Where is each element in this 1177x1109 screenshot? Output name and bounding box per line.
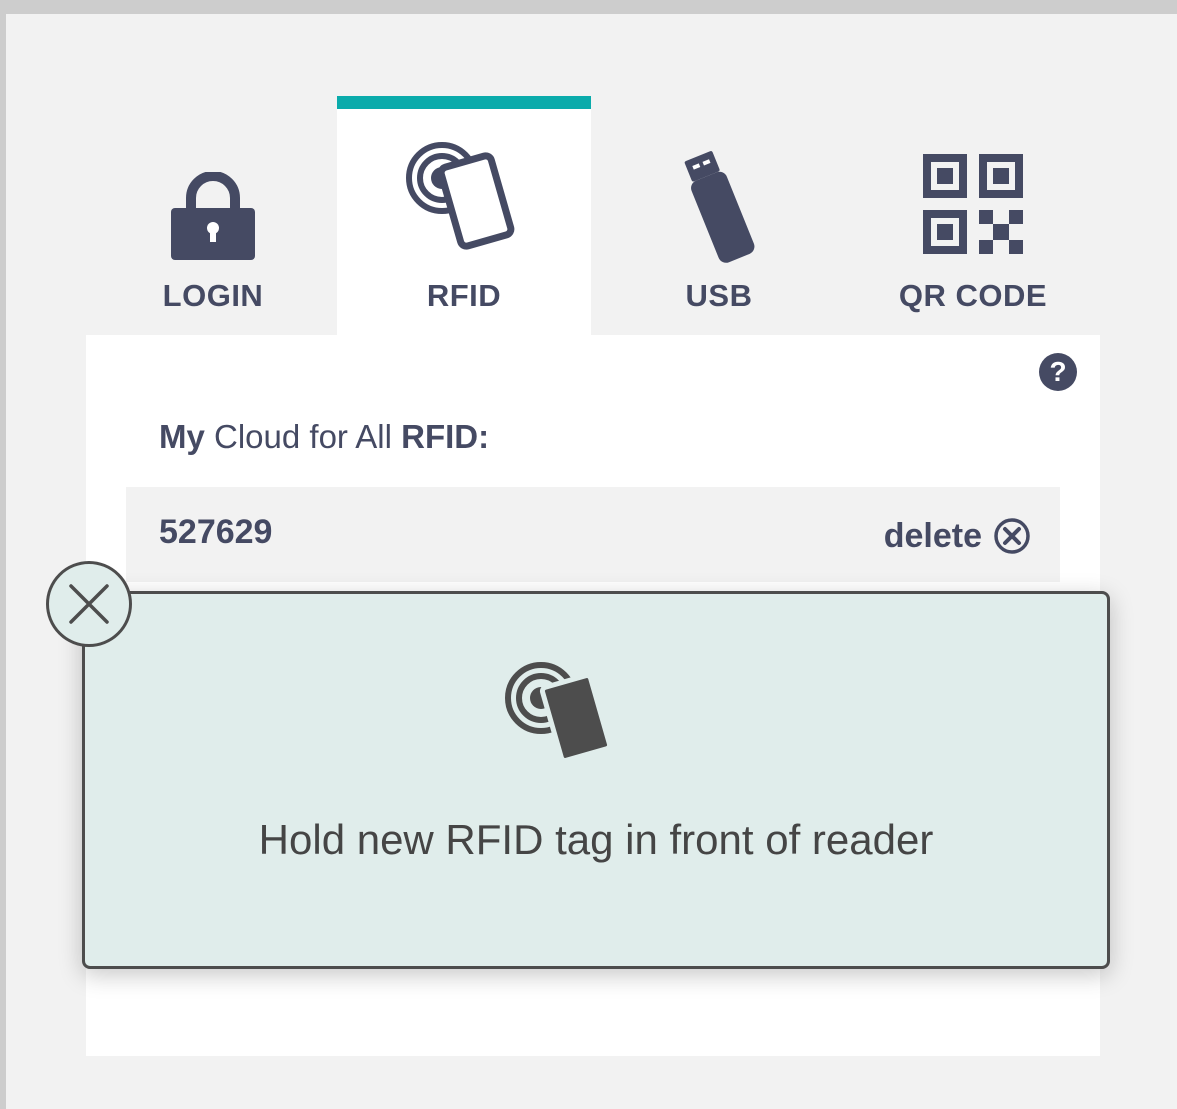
tab-rfid[interactable]: RFID <box>337 96 591 336</box>
rfid-number: 527629 <box>159 513 273 551</box>
rfid-card-icon <box>503 662 613 771</box>
usb-stick-icon <box>592 150 846 266</box>
tab-qr-code[interactable]: QR CODE <box>846 96 1100 336</box>
scan-rfid-dialog: Hold new RFID tag in front of reader <box>82 591 1110 969</box>
tab-label: RFID <box>426 278 502 313</box>
tab-label: LOGIN <box>162 278 264 313</box>
section-heading: My Cloud for All RFID: <box>159 418 489 456</box>
help-icon[interactable]: ? <box>1039 353 1077 391</box>
tab-usb[interactable]: USB <box>592 96 846 336</box>
delete-button[interactable]: delete <box>884 516 1032 556</box>
tab-label: QR CODE <box>898 278 1048 313</box>
heading-regular: Cloud for All <box>214 418 392 455</box>
tab-label: USB <box>685 278 753 313</box>
rfid-card-icon <box>337 140 591 252</box>
active-tab-indicator <box>337 96 591 109</box>
qr-code-icon <box>846 152 1100 256</box>
delete-label: delete <box>883 516 982 555</box>
lock-icon <box>86 172 340 262</box>
heading-bold-rfid: RFID: <box>401 418 490 455</box>
delete-circle-x-icon <box>994 518 1030 554</box>
rfid-list-item: 527629 delete <box>126 487 1060 582</box>
heading-bold-my: My <box>159 418 205 455</box>
close-icon <box>69 584 109 624</box>
tab-login[interactable]: LOGIN <box>86 96 340 336</box>
dialog-message: Hold new RFID tag in front of reader <box>258 816 934 863</box>
close-dialog-button[interactable] <box>46 561 132 647</box>
